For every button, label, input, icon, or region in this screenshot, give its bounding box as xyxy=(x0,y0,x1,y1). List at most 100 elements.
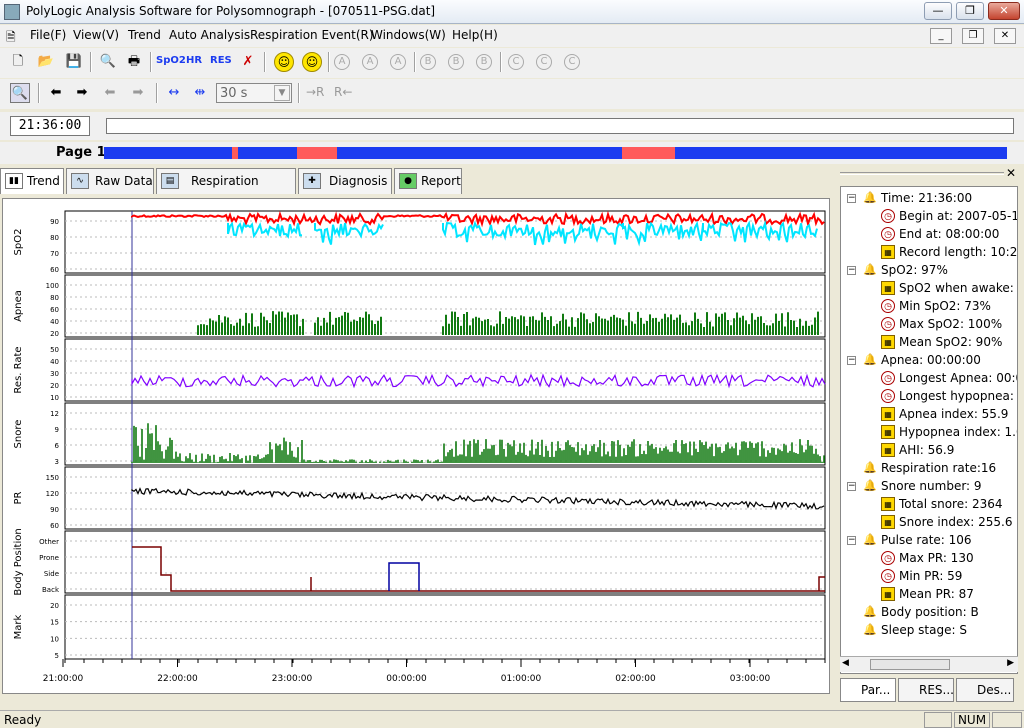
interval-select[interactable]: 30 s ▼ xyxy=(216,83,292,103)
tab-parameters-label: Par... xyxy=(861,683,891,697)
panel-close-icon[interactable]: ✕ xyxy=(1006,166,1016,180)
chart-panel xyxy=(64,338,826,402)
menu-windows[interactable]: Windows(W) xyxy=(371,28,446,42)
collapse-toggle[interactable]: − xyxy=(847,266,856,275)
panel-grip[interactable] xyxy=(840,172,1004,175)
menu-respiration-event[interactable]: Respiration Event(R) xyxy=(250,28,374,42)
toolbar-separator xyxy=(90,52,92,72)
tree-node-label: Mean SpO2: 90% xyxy=(899,335,1003,349)
forward-arrow-icon[interactable]: ➡ xyxy=(72,83,92,103)
scroll-right-icon[interactable]: ▶ xyxy=(1007,658,1014,668)
zoom-icon[interactable]: 🔍 xyxy=(10,83,30,103)
expand-range-icon[interactable]: ↔ xyxy=(164,83,184,103)
event-b-prev-icon[interactable]: B xyxy=(448,54,464,70)
clock-icon: ◷ xyxy=(881,227,895,241)
tab-respiration-event[interactable]: ▤Respiration Event xyxy=(156,168,296,212)
scroll-left-icon[interactable]: ◀ xyxy=(842,658,849,668)
event-a-prev-icon[interactable]: A xyxy=(362,54,378,70)
tick-label: 5 xyxy=(55,652,59,660)
smiley-add-icon[interactable]: ☺ xyxy=(302,52,322,72)
print-icon[interactable]: 🖶 xyxy=(124,52,144,72)
tree-horizontal-scrollbar[interactable]: ◀ ▶ xyxy=(840,656,1018,672)
tick-label: Side xyxy=(44,570,59,578)
res-event-button[interactable]: RES xyxy=(210,54,232,68)
page-forward-icon[interactable]: ➡ xyxy=(128,83,148,103)
new-file-icon[interactable]: 🗋 xyxy=(8,52,28,72)
tree-node-label: End at: 08:00:00 xyxy=(899,227,1000,241)
tab-report[interactable]: ● Report xyxy=(394,168,462,194)
mdi-close-button[interactable]: ✕ xyxy=(994,28,1016,44)
tab-description[interactable]: Des... xyxy=(956,678,1014,702)
panel-label: Res. Rate xyxy=(13,346,24,393)
panel-label: Apnea xyxy=(13,290,24,322)
menu-auto-analysis[interactable]: Auto Analysis xyxy=(169,28,250,42)
open-folder-icon[interactable]: 📂 xyxy=(36,52,56,72)
menu-view[interactable]: View(V) xyxy=(73,28,119,42)
tree-node-label: Apnea: 00:00:00 xyxy=(881,353,981,367)
menu-file[interactable]: File(F) xyxy=(30,28,66,42)
tab-diagnosis[interactable]: ✚ Diagnosis xyxy=(298,168,392,194)
page-overview-bar[interactable] xyxy=(104,147,1007,159)
tick-label: 9 xyxy=(55,426,59,434)
shrink-range-icon[interactable]: ⇹ xyxy=(190,83,210,103)
hr-event-button[interactable]: HR xyxy=(186,54,202,68)
parameter-tree[interactable]: 🔔 Time: 21:36:00 − ◷ Begin at: 2007-05-11 ◷ En… xyxy=(840,186,1018,674)
event-b-icon[interactable]: B xyxy=(420,54,436,70)
panel-label: SpO2 xyxy=(13,229,24,256)
event-a-next-icon[interactable]: A xyxy=(390,54,406,70)
collapse-toggle[interactable]: − xyxy=(847,536,856,545)
tree-node-label: SpO2 when awake: 97 xyxy=(899,281,1017,295)
menu-trend[interactable]: Trend xyxy=(128,28,161,42)
event-c-prev-icon[interactable]: C xyxy=(536,54,552,70)
r-left-button[interactable]: R← xyxy=(334,85,352,99)
tree-node-label: Respiration rate:16 xyxy=(881,461,997,475)
tab-trend[interactable]: ▮▮ Trend xyxy=(0,168,64,194)
collapse-toggle[interactable]: − xyxy=(847,482,856,491)
mdi-restore-button[interactable]: ❐ xyxy=(962,28,984,44)
save-icon[interactable]: 💾 xyxy=(64,52,84,72)
event-c-icon[interactable]: C xyxy=(508,54,524,70)
smiley-icon[interactable]: ☺ xyxy=(274,52,294,72)
mdi-minimize-button[interactable]: _ xyxy=(930,28,952,44)
tree-node-label: Snore number: 9 xyxy=(881,479,982,493)
trend-chart[interactable]: SpO2 90 80 70 60 Apnea 100 80 60 40 20 Res. Rate 50 4… xyxy=(2,198,830,694)
scroll-thumb[interactable] xyxy=(870,659,950,670)
restore-button[interactable]: ❐ xyxy=(956,2,984,20)
spo2-event-button[interactable]: SpO2 xyxy=(156,54,186,68)
status-text: Ready xyxy=(4,713,42,727)
tick-label: 3 xyxy=(55,458,59,466)
event-c-next-icon[interactable]: C xyxy=(564,54,580,70)
chevron-down-icon[interactable]: ▼ xyxy=(274,85,290,101)
tree-node-label: Record length: 10:24:0 xyxy=(899,245,1018,259)
tick-label: 150 xyxy=(46,474,59,482)
tick-label: 80 xyxy=(50,294,59,302)
dice-icon: ▦ xyxy=(881,425,895,439)
tick-label: 90 xyxy=(50,506,59,514)
x-tick-label: 02:00:00 xyxy=(615,674,656,684)
tab-raw-data[interactable]: ∿ Raw Data xyxy=(66,168,154,194)
panel-label: PR xyxy=(13,491,24,504)
tab-parameters[interactable]: Par... xyxy=(840,678,896,702)
event-a-icon[interactable]: A xyxy=(334,54,350,70)
back-arrow-icon[interactable]: ⬅ xyxy=(46,83,66,103)
collapse-toggle[interactable]: − xyxy=(847,194,856,203)
menu-bar: 🗎 File(F) View(V) Trend Auto Analysis Re… xyxy=(0,25,1024,47)
menu-help[interactable]: Help(H) xyxy=(452,28,498,42)
panel-label: Snore xyxy=(13,420,24,449)
r-right-button[interactable]: →R xyxy=(306,85,324,99)
minimize-button[interactable]: — xyxy=(924,2,952,20)
event-b-next-icon[interactable]: B xyxy=(476,54,492,70)
tree-node-label: Max PR: 130 xyxy=(899,551,974,565)
tree-node-label: Pulse rate: 106 xyxy=(881,533,972,547)
collapse-toggle[interactable]: − xyxy=(847,356,856,365)
print-preview-icon[interactable]: 🔍 xyxy=(98,52,118,72)
app-icon[interactable] xyxy=(4,4,20,20)
delete-event-icon[interactable]: ✗ xyxy=(238,52,258,72)
doc-icon[interactable]: 🗎 xyxy=(6,28,16,49)
tab-res[interactable]: RES... xyxy=(898,678,954,702)
tree-node-label: Begin at: 2007-05-11 xyxy=(899,209,1018,223)
page-back-icon[interactable]: ⬅ xyxy=(100,83,120,103)
close-button[interactable]: ✕ xyxy=(988,2,1020,20)
dice-icon: ▦ xyxy=(881,443,895,457)
tree-node-label: Time: 21:36:00 xyxy=(881,191,973,205)
